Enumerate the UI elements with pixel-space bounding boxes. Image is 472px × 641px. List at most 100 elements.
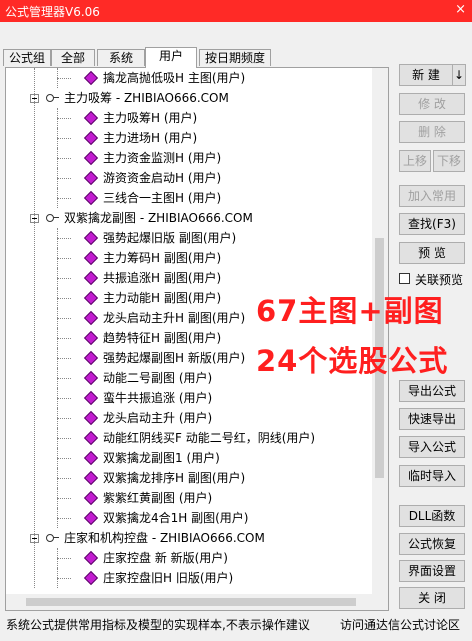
tree-item[interactable]: 主力吸筹H (用户) (83, 108, 197, 128)
tree-item[interactable]: 共振追涨H 副图(用户) (83, 268, 222, 288)
tree-item[interactable]: 紫紫红黄副图 (用户) (83, 488, 212, 508)
tree-connector (57, 338, 71, 339)
formula-icon (83, 190, 99, 205)
tree-group[interactable]: 双紫擒龙副图 - ZHIBIAO666.COM (64, 208, 253, 228)
formula-icon (83, 310, 99, 325)
restore-button[interactable]: 公式恢复 (399, 533, 465, 555)
temp-import-button[interactable]: 临时导入 (399, 465, 465, 487)
horizontal-scrollbar[interactable] (6, 594, 372, 610)
tree-item[interactable]: 双紫擒龙4合1H 副图(用户) (83, 508, 248, 528)
tree-item[interactable]: 擒龙高抛低吸H 主图(用户) (83, 68, 245, 88)
tree-item[interactable]: 游资资金启动H (用户) (83, 168, 221, 188)
title-bar: 公式管理器V6.06 × (0, 0, 472, 22)
modify-button[interactable]: 修 改 (399, 93, 465, 115)
tree-item[interactable]: 双紫擒龙副图1 (用户) (83, 448, 220, 468)
tab-user[interactable]: 用户 (145, 47, 197, 68)
find-button[interactable]: 查找(F3) (399, 213, 465, 235)
tree-connector (57, 258, 71, 259)
formula-icon (83, 370, 99, 385)
tree-item[interactable]: 主力动能H 副图(用户) (83, 288, 221, 308)
tree-item[interactable]: 动能二号副图 (用户) (83, 368, 213, 388)
tree-connector (57, 388, 58, 408)
close-icon[interactable]: × (455, 2, 466, 17)
tree-connector (57, 468, 58, 488)
new-dropdown-arrow[interactable]: ↓ (452, 64, 466, 86)
tree-item-label: 庄家控盘旧H 旧版(用户) (103, 571, 234, 585)
tree-connector (57, 298, 71, 299)
quick-export-button[interactable]: 快速导出 (399, 408, 465, 430)
formula-icon (83, 410, 99, 425)
move-down-button[interactable]: 下移 (433, 150, 465, 172)
tree-item[interactable]: 庄家控盘 新 新版(用户) (83, 548, 228, 568)
new-button[interactable]: 新 建 (399, 64, 453, 86)
formula-icon (83, 330, 99, 345)
export-button[interactable]: 导出公式 (399, 380, 465, 402)
close-button[interactable]: 关 闭 (399, 587, 465, 609)
delete-button[interactable]: 删 除 (399, 121, 465, 143)
tree-connector (57, 578, 71, 579)
status-right[interactable]: 访问通达信公式讨论区 (340, 616, 460, 633)
tree-item[interactable]: 三线合一主图H (用户) (83, 188, 221, 208)
ui-settings-button[interactable]: 界面设置 (399, 560, 465, 582)
tree-item[interactable]: 双紫擒龙排序H 副图(用户) (83, 468, 245, 488)
tree-connector (57, 278, 71, 279)
tree-item-label: 龙头启动主升 (用户) (103, 411, 213, 425)
tree-item-label: 蛮牛共振追涨 (用户) (103, 391, 213, 405)
tree-connector (57, 178, 71, 179)
tab-by-date[interactable]: 按日期频度 (199, 49, 271, 66)
tree-connector (57, 448, 58, 468)
tree-item-label: 共振追涨H 副图(用户) (103, 271, 222, 285)
status-left: 系统公式提供常用指标及模型的实现样本,不表示操作建议 (6, 618, 310, 632)
dll-button[interactable]: DLL函数 (399, 505, 465, 527)
tree-group[interactable]: 主力吸筹 - ZHIBIAO666.COM (64, 88, 229, 108)
tree-connector (57, 408, 58, 428)
tree-connector (57, 78, 71, 79)
tree-connector (57, 548, 58, 568)
tree-item[interactable]: 强势起爆副图H 新版(用户) (83, 348, 245, 368)
tree-item[interactable]: 主力筹码H 副图(用户) (83, 248, 222, 268)
tree-item[interactable]: 龙头启动主升H 副图(用户) (83, 308, 246, 328)
tree-connector (57, 188, 58, 208)
tree-connector (57, 418, 71, 419)
tree-connector (57, 428, 58, 448)
formula-icon (83, 130, 99, 145)
tree-item-label: 动能红阴线买F 动能二号红，阴线(用户) (103, 431, 316, 445)
group-icon (46, 214, 59, 222)
formula-icon (83, 570, 99, 585)
related-preview-checkbox[interactable] (399, 273, 410, 284)
add-common-button[interactable]: 加入常用 (399, 185, 465, 207)
tree-connector (57, 138, 71, 139)
formula-icon (83, 290, 99, 305)
tree-item-label: 主力筹码H 副图(用户) (103, 251, 222, 265)
tree-item-label: 强势起爆旧版 副图(用户) (103, 231, 237, 245)
tree-item-label: 龙头启动主升H 副图(用户) (103, 311, 246, 325)
tree-connector (57, 328, 58, 348)
move-up-button[interactable]: 上移 (399, 150, 431, 172)
tree-item[interactable]: 强势起爆旧版 副图(用户) (83, 228, 237, 248)
tree-item[interactable]: 趋势特征H 副图(用户) (83, 328, 221, 348)
tree-item[interactable]: 主力资金监测H (用户) (83, 148, 221, 168)
related-preview-label: 关联预览 (415, 273, 464, 287)
tree-connector (57, 108, 58, 128)
tab-formula-group[interactable]: 公式组 (3, 49, 51, 66)
tree-connector (57, 358, 71, 359)
tree-connector (57, 478, 71, 479)
tree-item[interactable]: 动能红阴线买F 动能二号红，阴线(用户) (83, 428, 316, 448)
tree-item-label: 动能二号副图 (用户) (103, 371, 213, 385)
preview-button[interactable]: 预 览 (399, 242, 465, 264)
formula-icon (83, 270, 99, 285)
tab-all[interactable]: 全部 (51, 49, 95, 66)
tree-item[interactable]: 主力进场H (用户) (83, 128, 197, 148)
tab-system[interactable]: 系统 (97, 49, 145, 66)
formula-icon (83, 110, 99, 125)
tree-group[interactable]: 庄家和机构控盘 - ZHIBIAO666.COM (64, 528, 265, 548)
tree-item[interactable]: 庄家控盘旧H 旧版(用户) (83, 568, 234, 588)
tree-connector (57, 228, 58, 248)
import-button[interactable]: 导入公式 (399, 436, 465, 458)
tree-item[interactable]: 龙头启动主升 (用户) (83, 408, 213, 428)
tree-connector (57, 238, 71, 239)
tree-connector (57, 508, 58, 528)
tree-item[interactable]: 蛮牛共振追涨 (用户) (83, 388, 213, 408)
formula-icon (83, 390, 99, 405)
horizontal-scroll-thumb[interactable] (26, 598, 356, 606)
